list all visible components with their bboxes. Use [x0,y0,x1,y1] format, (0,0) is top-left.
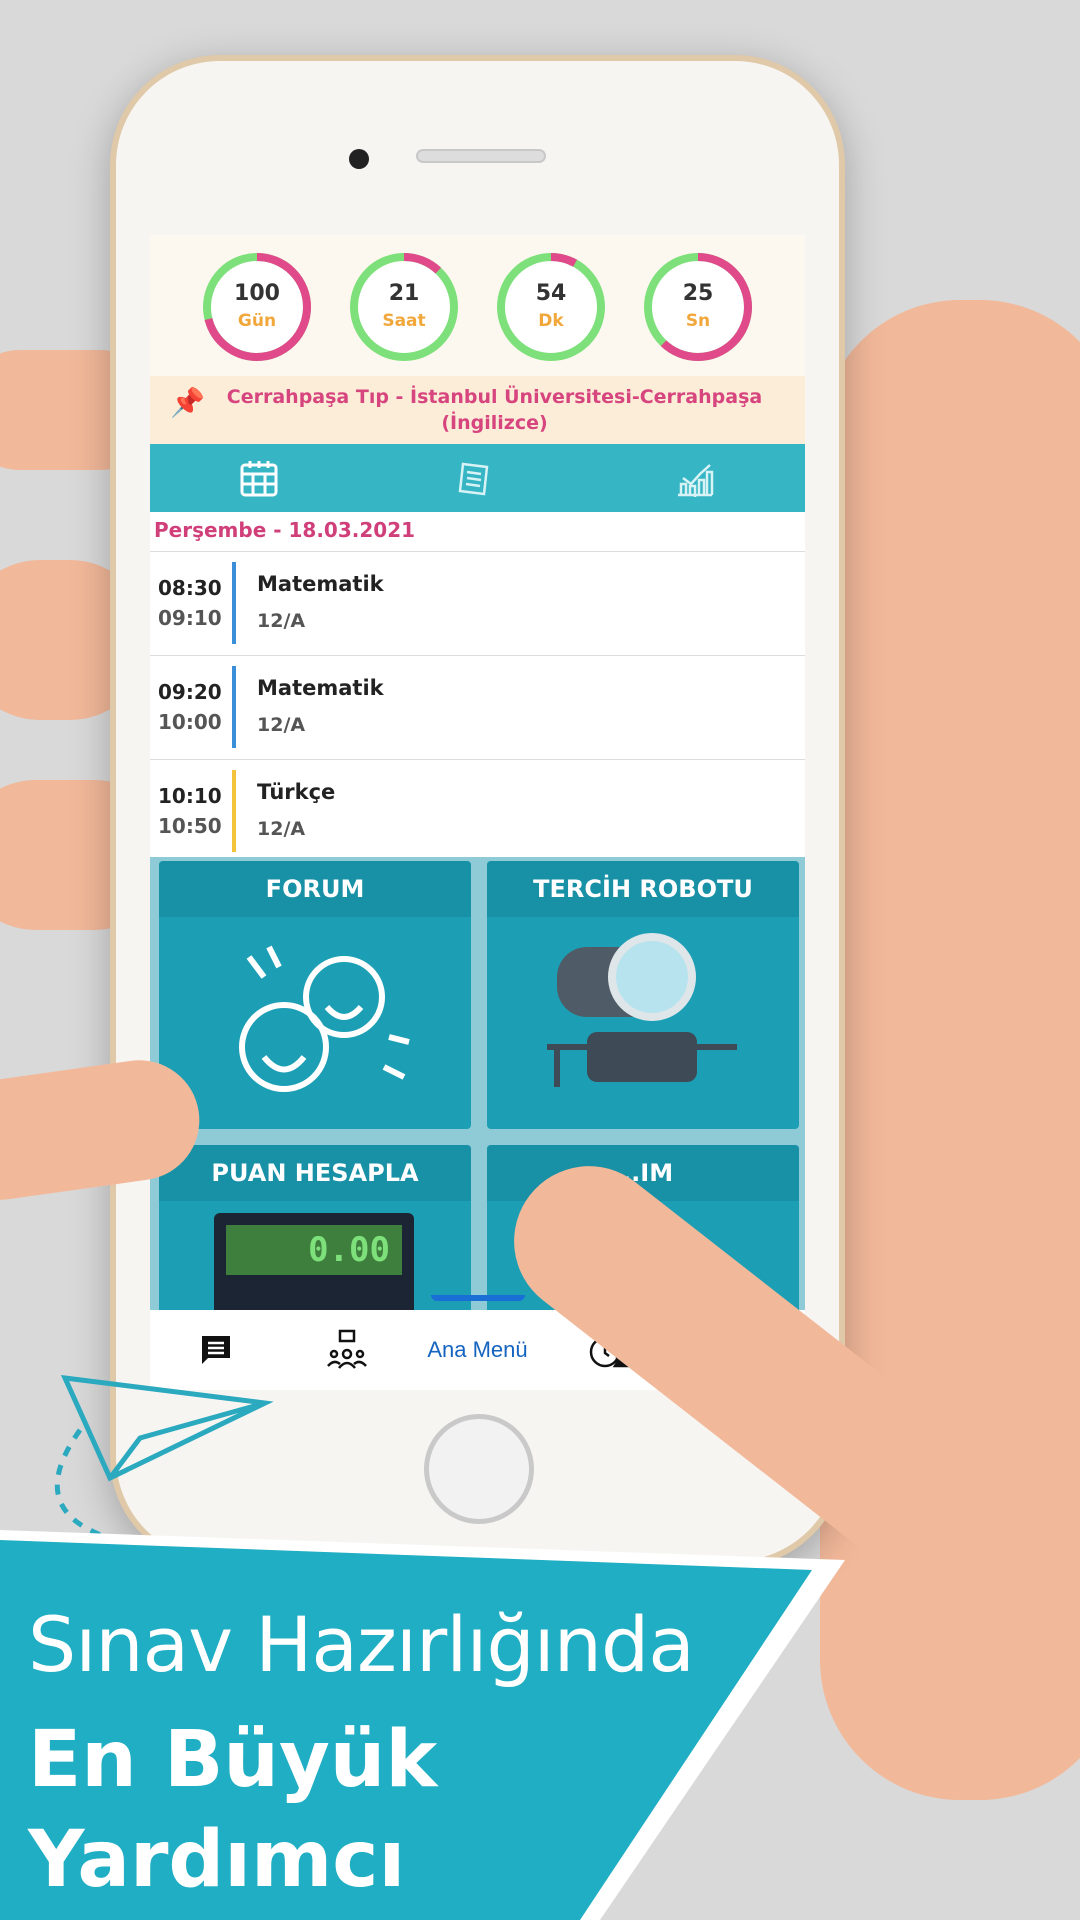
lesson-color-bar [232,666,236,748]
countdown-unit: Sn [685,311,711,331]
promo-line3: Yardımcı [28,1815,406,1905]
countdown-panel: 100 Gün 21 Saat 54 Dk 25 Sn [150,235,805,376]
lesson-row[interactable]: 08:30 09:10 Matematik 12/A [150,551,805,653]
lesson-color-bar [232,562,236,644]
lesson-end: 10:50 [158,814,222,838]
tab-calendar[interactable] [150,444,368,515]
lesson-row[interactable]: 09:20 10:00 Matematik 12/A [150,655,805,757]
tab-stats[interactable] [586,444,804,512]
nav-main-menu-label: Ana Menü [427,1337,528,1362]
countdown-value: 25 [682,281,714,306]
nav-messages[interactable] [150,1332,281,1368]
home-button[interactable] [424,1414,534,1524]
countdown-days: 100 Gün [201,251,313,363]
countdown-value: 54 [535,281,567,306]
lesson-end: 10:00 [158,710,222,734]
nav-group[interactable] [281,1328,412,1372]
promo-line2: En Büyük [28,1715,438,1805]
target-university[interactable]: 📌 Cerrahpaşa Tıp - İstanbul Üniversitesi… [150,376,805,444]
nav-main-menu[interactable]: Ana Menü [412,1295,543,1363]
phone-speaker [416,149,546,163]
calculator-icon: 0.00 [214,1213,414,1325]
countdown-unit: Saat [382,311,426,331]
lesson-subject: Matematik [257,572,384,596]
tile-label: TERCİH ROBOTU [487,861,799,917]
tab-bar [150,444,805,515]
phone-camera [349,149,369,169]
tile-score-calculator[interactable]: PUAN HESAPLA 0.00 [159,1145,471,1325]
lesson-subject: Matematik [257,676,384,700]
ring-elapsed [350,253,458,361]
lesson-start: 09:20 [158,680,222,704]
group-chat-icon [326,1329,367,1369]
promo-line1: Sınav Hazırlığında [28,1600,695,1689]
countdown-seconds: 25 Sn [642,251,754,363]
countdown-hours: 21 Saat [348,251,460,363]
robot-icon [547,933,737,1087]
target-line2: (İngilizce) [441,412,548,434]
lesson-color-bar [232,770,236,852]
ring-elapsed [497,253,605,361]
tile-label: PUAN HESAPLA [159,1145,471,1201]
lesson-end: 09:10 [158,606,222,630]
notes-icon [458,462,489,496]
lesson-row[interactable]: 10:10 10:50 Türkçe 12/A [150,759,805,861]
app-screen: 100 Gün 21 Saat 54 Dk 25 Sn 📌 Cerrahpaşa Tıp… [150,235,805,1390]
tile-label: FORUM [159,861,471,917]
countdown-unit: Gün [237,311,277,331]
lesson-class: 12/A [257,818,306,840]
countdown-minutes: 54 Dk [495,251,607,363]
chart-icon [678,464,714,497]
message-icon [201,1336,230,1364]
tile-forum[interactable]: FORUM [159,861,471,1129]
schedule-date: Perşembe - 18.03.2021 [154,518,416,542]
target-line1: Cerrahpaşa Tıp - İstanbul Üniversitesi-C… [226,386,763,408]
calculator-display: 0.00 [226,1225,402,1275]
lesson-class: 12/A [257,610,306,632]
countdown-unit: Dk [538,311,564,331]
calendar-icon [240,461,278,497]
lesson-start: 08:30 [158,576,222,600]
tab-active-indicator [150,512,328,515]
lesson-class: 12/A [257,714,306,736]
countdown-value: 21 [388,281,420,306]
lesson-subject: Türkçe [257,780,336,804]
tab-notes[interactable] [368,444,586,512]
countdown-value: 100 [234,281,280,306]
laughing-faces-icon [239,945,410,1092]
pushpin-icon: 📌 [170,386,205,419]
nav-active-indicator [430,1295,525,1301]
lesson-start: 10:10 [158,784,222,808]
tile-preference-robot[interactable]: TERCİH ROBOTU [487,861,799,1129]
